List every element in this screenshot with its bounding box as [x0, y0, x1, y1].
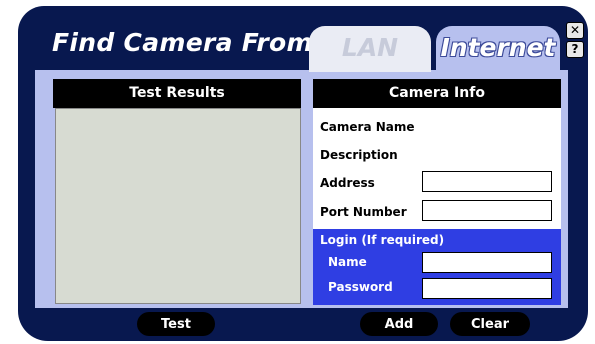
login-name-label: Name [328, 255, 367, 269]
login-title: Login (If required) [320, 233, 445, 247]
port-number-input[interactable] [422, 200, 552, 221]
close-icon[interactable]: ✕ [566, 22, 584, 39]
camera-info-header: Camera Info [313, 79, 561, 108]
login-password-input[interactable] [422, 278, 552, 299]
description-label: Description [320, 148, 398, 162]
login-name-input[interactable] [422, 252, 552, 273]
address-label: Address [320, 176, 375, 190]
login-password-label: Password [328, 280, 393, 294]
tab-lan[interactable]: LAN [309, 26, 431, 72]
add-button[interactable]: Add [360, 312, 438, 336]
test-results-box [55, 108, 301, 304]
address-input[interactable] [422, 171, 552, 192]
test-results-header: Test Results [53, 79, 301, 108]
port-number-label: Port Number [320, 205, 407, 219]
tab-internet[interactable]: Internet [436, 26, 560, 72]
clear-button[interactable]: Clear [450, 312, 530, 336]
help-icon[interactable]: ? [566, 41, 584, 58]
window-title: Find Camera From [52, 28, 313, 57]
camera-name-label: Camera Name [320, 120, 415, 134]
test-button[interactable]: Test [137, 312, 215, 336]
